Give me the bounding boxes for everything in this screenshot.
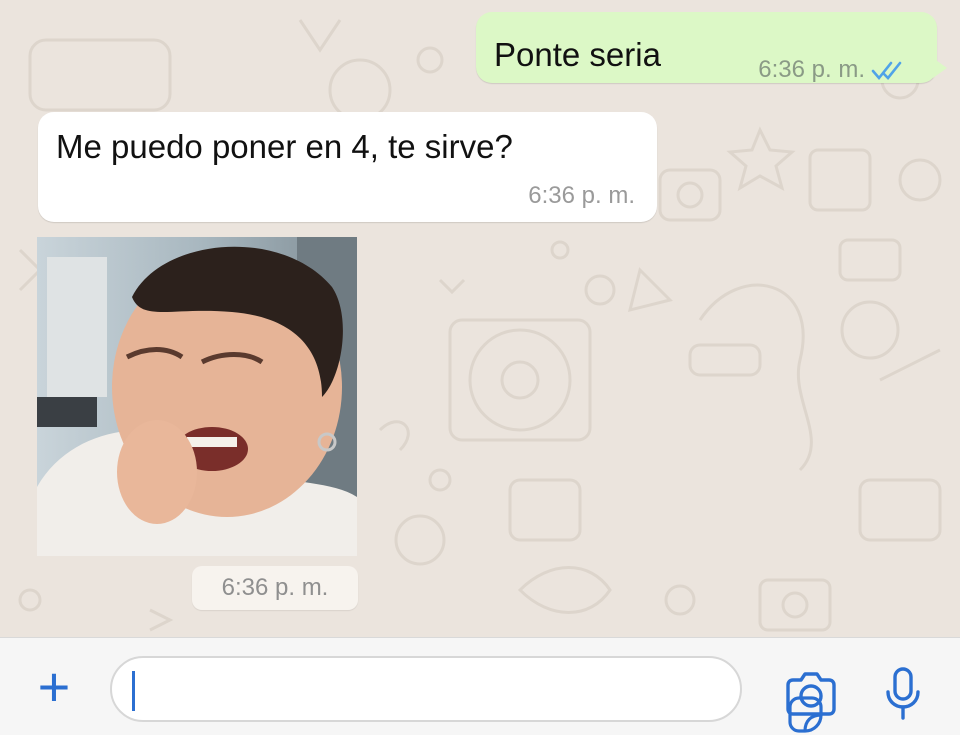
input-bar: + [0, 637, 960, 735]
camera-icon[interactable] [784, 671, 838, 717]
incoming-message[interactable]: Me puedo poner en 4, te sirve? 6:36 p. m… [38, 112, 657, 222]
bubble-tail [933, 58, 947, 78]
text-caret [132, 671, 135, 711]
photo-laughing-child [37, 237, 357, 556]
message-time: 6:36 p. m. [758, 56, 865, 83]
chat-area[interactable]: Ponte seria 6:36 p. m. Me puedo poner en… [0, 0, 960, 637]
message-input-field[interactable] [110, 656, 823, 733]
message-text: Ponte seria [494, 36, 661, 73]
message-text: Me puedo poner en 4, te sirve? [56, 128, 513, 165]
message-meta: 6:36 p. m. [758, 56, 907, 84]
message-time: 6:36 p. m. [528, 182, 635, 209]
outgoing-message[interactable]: Ponte seria 6:36 p. m. [476, 12, 947, 84]
message-time: 6:36 p. m. [221, 574, 329, 601]
double-check-icon [871, 61, 902, 81]
message-input[interactable] [140, 666, 660, 714]
plus-icon[interactable]: + [26, 659, 82, 718]
microphone-icon[interactable] [884, 666, 922, 722]
image-time-badge: 6:36 p. m. [192, 566, 358, 610]
image-message[interactable] [37, 237, 357, 556]
